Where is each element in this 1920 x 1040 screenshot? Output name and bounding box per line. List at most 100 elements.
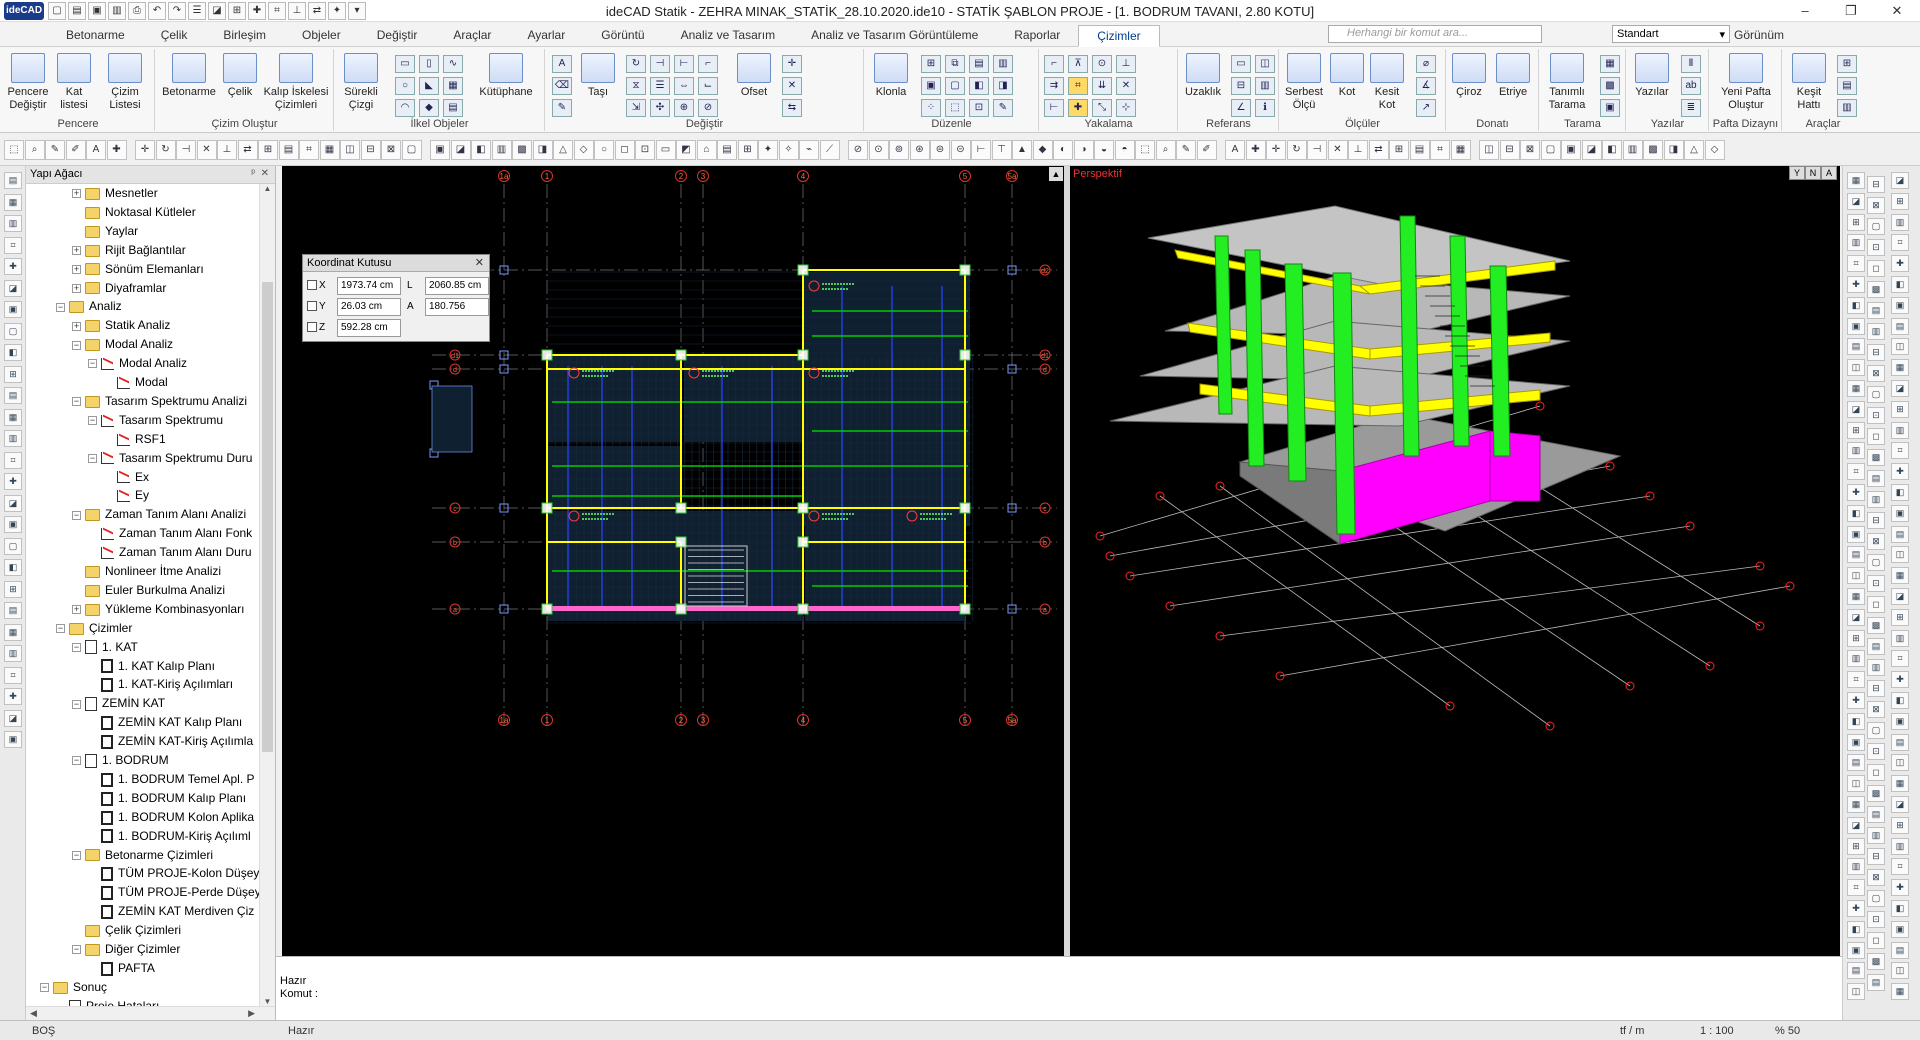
tree-item[interactable]: + Diyaframlar <box>72 279 166 297</box>
toolbar-tool-icon[interactable]: ⊣ <box>1307 140 1327 160</box>
collapse-icon[interactable]: − <box>88 453 97 463</box>
toolbar-tool-icon[interactable]: ▤ <box>717 140 737 160</box>
tool-c-icon[interactable]: ▥ <box>1837 99 1857 117</box>
side-tool-icon[interactable]: ◪ <box>4 709 22 727</box>
tree-item[interactable]: − Çizimler <box>56 619 132 637</box>
delete-icon[interactable]: ✕ <box>782 77 802 95</box>
toolbar-tool-icon[interactable]: ✛ <box>135 140 155 160</box>
side-tool-icon[interactable]: ▦ <box>4 408 22 426</box>
tree-item[interactable]: Proje Hataları <box>56 997 159 1006</box>
toolbar-tool-icon[interactable]: ✦ <box>758 140 778 160</box>
ref-area-icon[interactable]: ◫ <box>1255 55 1275 73</box>
side-tool-icon[interactable]: ⌗ <box>1891 442 1909 460</box>
tool-b-icon[interactable]: ▤ <box>1837 77 1857 95</box>
swap-icon[interactable]: ⇆ <box>782 99 802 117</box>
side-tool-icon[interactable]: ▢ <box>4 537 22 555</box>
collapse-icon[interactable]: − <box>72 510 81 520</box>
tree-item[interactable]: + Mesnetler <box>72 184 158 202</box>
collapse-icon[interactable]: − <box>72 699 81 709</box>
window-switch-button[interactable]: Pencere Değiştir <box>6 53 50 112</box>
pencil-icon[interactable]: ✎ <box>552 99 572 117</box>
tree-item[interactable]: + Yükleme Kombinasyonları <box>72 600 244 618</box>
side-tool-icon[interactable]: ⊟ <box>1867 680 1885 697</box>
side-tool-icon[interactable]: ▥ <box>1891 213 1909 231</box>
side-tool-icon[interactable]: ▥ <box>4 645 22 662</box>
toolbar-tool-icon[interactable]: ⌁ <box>799 140 819 160</box>
tree-item[interactable]: PAFTA <box>88 959 155 977</box>
toolbar-tool-icon[interactable]: ⊢ <box>971 140 991 160</box>
toolbar-tool-icon[interactable]: ▤ <box>1409 140 1430 160</box>
toolbar-tool-icon[interactable]: ◪ <box>450 140 471 160</box>
toolbar-tool-icon[interactable]: ⌗ <box>1430 140 1450 160</box>
side-tool-icon[interactable]: ▩ <box>1867 617 1885 634</box>
toolbar-tool-icon[interactable]: ▩ <box>512 140 532 160</box>
text-button[interactable]: Yazılar <box>1629 53 1675 99</box>
status-zoom[interactable]: % 50 <box>1775 1025 1800 1037</box>
defined-hatch-button[interactable]: Tanımlı Tarama <box>1542 53 1592 112</box>
toolbar-tool-icon[interactable]: △ <box>1684 140 1704 160</box>
side-tool-icon[interactable]: ✚ <box>1891 879 1909 897</box>
toolbar-tool-icon[interactable]: ⊜ <box>930 140 950 160</box>
floor-list-button[interactable]: Kat listesi <box>54 53 94 112</box>
tree-item[interactable]: Zaman Tanım Alanı Duru <box>88 543 252 561</box>
tree-item[interactable]: − Tasarım Spektrumu <box>88 411 223 429</box>
tree-item[interactable]: RSF1 <box>104 430 166 448</box>
side-tool-icon[interactable]: ⊡ <box>1867 911 1885 928</box>
side-tool-icon[interactable]: ▤ <box>1867 302 1885 319</box>
side-tool-icon[interactable]: ▦ <box>1891 359 1909 377</box>
toolbar-tool-icon[interactable]: ◪ <box>1581 140 1602 160</box>
side-tool-icon[interactable]: ◪ <box>1891 588 1909 605</box>
ref-point-icon[interactable]: ▭ <box>1231 55 1251 73</box>
filter-icon[interactable]: ⊡ <box>969 99 989 117</box>
side-tool-icon[interactable]: ✚ <box>1847 900 1865 917</box>
toolbar-tool-icon[interactable]: ⌗ <box>299 140 319 160</box>
side-tool-icon[interactable]: ▦ <box>1891 775 1909 793</box>
perspective-view[interactable] <box>1070 166 1840 956</box>
collapse-icon[interactable]: − <box>72 642 81 652</box>
tree-item[interactable]: Noktasal Kütleler <box>72 203 196 221</box>
tree-item[interactable]: Çelik Çizimleri <box>72 921 181 939</box>
side-tool-icon[interactable]: ◪ <box>1847 400 1865 418</box>
side-tool-icon[interactable]: ⊠ <box>1867 869 1885 886</box>
tree-item[interactable]: − 1. BODRUM <box>72 751 169 769</box>
z-field[interactable]: 592.28 cm <box>337 319 401 337</box>
toolbar-tool-icon[interactable]: ✐ <box>65 140 86 160</box>
side-tool-icon[interactable]: ◫ <box>1847 983 1865 1001</box>
scroll-down-icon[interactable]: ▼ <box>260 997 275 1006</box>
close-button[interactable]: ✕ <box>1874 0 1920 22</box>
side-tool-icon[interactable]: ▥ <box>1867 491 1885 508</box>
layer-icon[interactable]: ◧ <box>969 77 989 95</box>
distance-button[interactable]: Uzaklık <box>1181 53 1225 99</box>
hatch-grid-icon[interactable]: ▦ <box>1600 55 1620 73</box>
y-field[interactable]: 26.03 cm <box>337 298 401 316</box>
toolbar-tool-icon[interactable]: ⊣ <box>176 140 196 160</box>
tree-item[interactable]: TÜM PROJE-Perde Düşey <box>88 883 259 901</box>
toolbar-tool-icon[interactable]: A <box>1225 140 1245 160</box>
toolbar-tool-icon[interactable]: ◒ <box>1094 140 1114 160</box>
side-tool-icon[interactable]: ◪ <box>4 279 22 297</box>
tree-item[interactable]: 1. BODRUM Kalıp Planı <box>88 789 246 807</box>
toolbar-tool-icon[interactable]: ⬚ <box>4 140 24 160</box>
toolbar-tool-icon[interactable]: ▥ <box>491 140 512 160</box>
side-tool-icon[interactable]: ⊡ <box>1867 575 1885 592</box>
toolbar-tool-icon[interactable]: ▣ <box>1561 140 1581 160</box>
tab-analiz-ve-tasarım-görüntüleme[interactable]: Analiz ve Tasarım Görüntüleme <box>793 25 996 47</box>
scroll-left-icon[interactable]: ◀ <box>30 1008 37 1019</box>
side-tool-icon[interactable]: ⌗ <box>4 236 22 254</box>
side-tool-icon[interactable]: ◧ <box>4 559 22 576</box>
rectangle-icon[interactable]: ▭ <box>395 55 415 73</box>
tree-item[interactable]: − Tasarım Spektrumu Duru <box>88 449 252 467</box>
side-tool-icon[interactable]: ⊠ <box>1867 533 1885 550</box>
side-tool-icon[interactable]: ▣ <box>1847 317 1865 335</box>
array-icon[interactable]: ⊞ <box>921 55 941 73</box>
side-tool-icon[interactable]: ▤ <box>1847 546 1865 564</box>
side-tool-icon[interactable]: ▦ <box>1847 796 1865 813</box>
toolbar-tool-icon[interactable]: ▦ <box>1450 140 1471 160</box>
view-cube-y[interactable]: Y <box>1789 166 1805 180</box>
side-tool-icon[interactable]: ⌗ <box>4 666 22 684</box>
toolbar-tool-icon[interactable]: ⊤ <box>991 140 1012 160</box>
side-tool-icon[interactable]: ⊠ <box>1867 701 1885 718</box>
side-tool-icon[interactable]: ⊞ <box>1847 213 1865 231</box>
side-tool-icon[interactable]: ▢ <box>1867 554 1885 571</box>
tree-item[interactable]: ZEMİN KAT-Kiriş Açılımla <box>88 732 253 750</box>
